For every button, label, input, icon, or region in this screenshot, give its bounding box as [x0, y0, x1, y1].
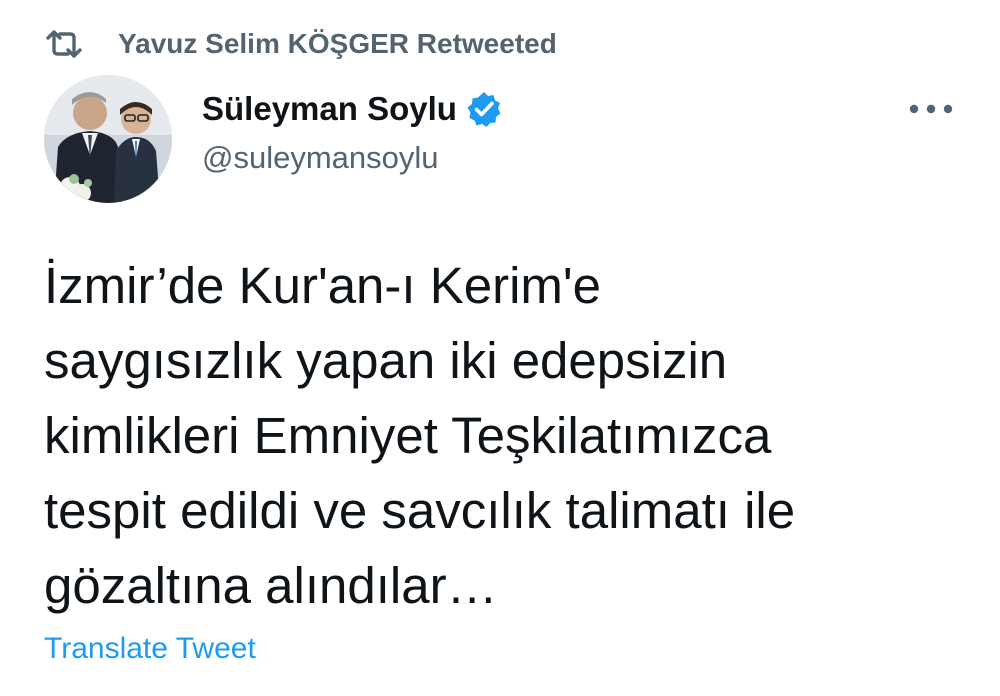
more-options-icon[interactable] — [906, 94, 956, 124]
author-handle[interactable]: @suleymansoylu — [202, 140, 439, 176]
verified-badge-icon — [465, 89, 505, 129]
author-name-row[interactable]: Süleyman Soylu — [202, 84, 505, 134]
retweet-context: Yavuz Selim KÖŞGER Retweeted — [44, 24, 557, 64]
retweet-icon — [44, 24, 84, 64]
tweet-text: İzmir’de Kur'an-ı Kerim'e saygısızlık ya… — [44, 257, 796, 614]
display-name[interactable]: Süleyman Soylu — [202, 90, 457, 128]
avatar[interactable] — [44, 75, 172, 203]
translate-tweet-link[interactable]: Translate Tweet — [44, 632, 256, 666]
retweeted-by-text[interactable]: Yavuz Selim KÖŞGER Retweeted — [118, 28, 557, 60]
